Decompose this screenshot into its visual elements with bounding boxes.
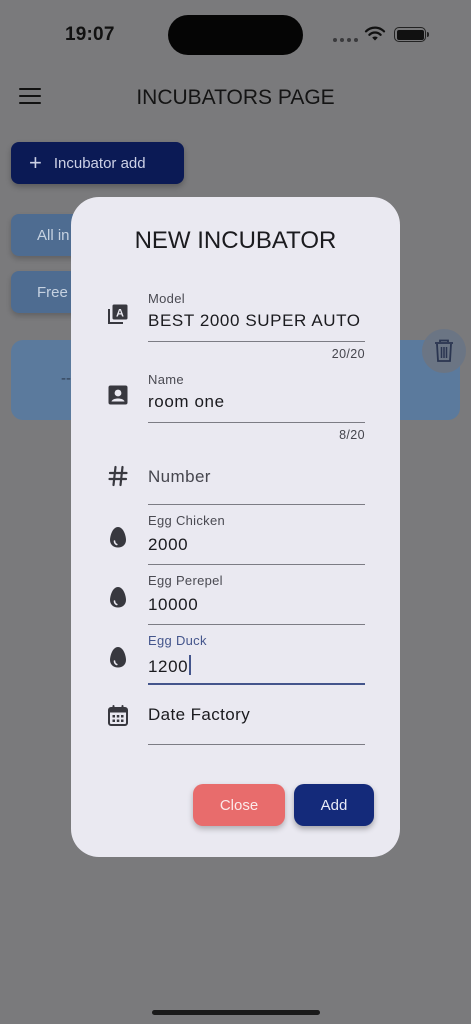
dynamic-island — [168, 15, 303, 55]
egg-perepel-underline — [148, 624, 365, 625]
model-counter: 20/20 — [331, 347, 365, 361]
egg-perepel-label: Egg Perepel — [148, 573, 223, 588]
incubator-add-label: Incubator add — [53, 154, 146, 172]
number-placeholder[interactable]: Number — [148, 467, 211, 487]
calendar-icon — [105, 703, 131, 729]
name-underline — [148, 422, 365, 423]
egg-icon — [105, 644, 131, 670]
date-factory-placeholder[interactable]: Date Factory — [148, 705, 250, 725]
add-button[interactable]: Add — [294, 784, 374, 826]
egg-chicken-underline — [148, 564, 365, 565]
egg-duck-input[interactable]: 1200 — [148, 655, 192, 677]
model-underline — [148, 341, 365, 342]
model-value[interactable]: BEST 2000 SUPER AUTO — [148, 311, 361, 331]
model-label: Model — [148, 291, 185, 306]
dialog-title: NEW INCUBATOR — [134, 227, 337, 254]
plus-icon: + — [29, 150, 42, 175]
filter-free-label: Free — [37, 283, 68, 301]
hash-icon — [105, 463, 131, 489]
name-value[interactable]: room one — [148, 392, 225, 412]
close-button[interactable]: Close — [193, 784, 285, 826]
egg-duck-label: Egg Duck — [148, 633, 207, 648]
page-title: INCUBATORS PAGE — [136, 86, 335, 109]
egg-duck-underline — [148, 683, 365, 685]
delete-button[interactable] — [422, 329, 466, 373]
trash-icon — [435, 339, 453, 362]
text-caret — [189, 655, 192, 675]
egg-icon — [105, 524, 131, 550]
wifi-icon — [364, 26, 386, 41]
number-underline — [148, 504, 365, 505]
egg-duck-value: 1200 — [148, 657, 189, 676]
battery-icon — [394, 27, 429, 42]
new-incubator-dialog: NEW INCUBATOR A Model BEST 2000 SUPER AU… — [71, 197, 400, 857]
date-factory-underline — [148, 744, 365, 745]
status-time: 19:07 — [65, 24, 115, 45]
model-badge-icon: A — [105, 301, 131, 327]
name-counter: 8/20 — [339, 428, 365, 442]
card-text: -- — [61, 370, 71, 387]
egg-icon — [105, 584, 131, 610]
egg-chicken-label: Egg Chicken — [148, 513, 226, 528]
svg-text:A: A — [116, 308, 124, 320]
signal-dots-icon — [333, 38, 358, 42]
incubator-add-button[interactable]: + Incubator add — [11, 142, 184, 184]
egg-chicken-value[interactable]: 2000 — [148, 535, 188, 555]
filter-all-label: All in — [37, 226, 70, 244]
name-label: Name — [148, 372, 184, 387]
egg-perepel-value[interactable]: 10000 — [148, 595, 198, 615]
contact-card-icon — [105, 382, 131, 408]
home-indicator[interactable] — [152, 1010, 320, 1015]
